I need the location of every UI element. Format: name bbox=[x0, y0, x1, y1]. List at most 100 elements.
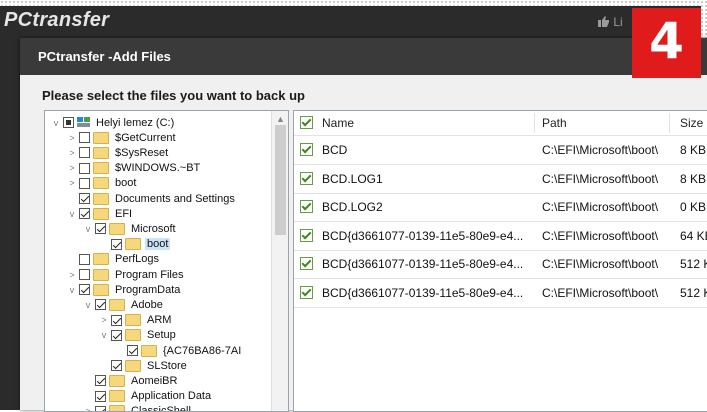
tree-item[interactable]: > Program Files bbox=[67, 267, 185, 282]
file-name: BCD bbox=[322, 143, 348, 157]
tree-item[interactable]: > boot bbox=[67, 176, 138, 191]
folder-tree[interactable]: ▲ v Helyi lemez (C:) > $GetCurrent > $SysRese… bbox=[44, 110, 289, 412]
tree-item-checkbox[interactable] bbox=[79, 284, 90, 296]
chevron-down-icon[interactable]: v bbox=[99, 330, 109, 340]
tree-item-checkbox[interactable] bbox=[79, 132, 90, 144]
tree-item[interactable]: Documents and Settings bbox=[67, 191, 237, 206]
folder-icon bbox=[93, 146, 109, 159]
chevron-down-icon[interactable]: v bbox=[83, 224, 93, 234]
tree-item-checkbox[interactable] bbox=[111, 360, 122, 372]
file-row[interactable]: BCD.LOG1 C:\EFI\Microsoft\boot\ 8 KB bbox=[294, 165, 707, 194]
chevron-down-icon[interactable]: v bbox=[51, 118, 61, 128]
tree-item-label: $SysReset bbox=[115, 146, 169, 159]
tree-item-label: ProgramData bbox=[115, 283, 181, 296]
folder-icon bbox=[141, 344, 157, 357]
tree-item-checkbox[interactable] bbox=[79, 177, 90, 189]
file-row[interactable]: BCD C:\EFI\Microsoft\boot\ 8 KB bbox=[294, 136, 707, 165]
chevron-right-icon[interactable]: > bbox=[67, 148, 77, 158]
file-checkbox[interactable] bbox=[300, 200, 313, 213]
tree-item[interactable]: v ProgramData bbox=[67, 282, 182, 297]
tree-item-label: AomeiBR bbox=[131, 374, 178, 387]
tree-item[interactable]: AomeiBR bbox=[83, 373, 179, 388]
select-all-checkbox[interactable] bbox=[300, 116, 313, 129]
file-checkbox[interactable] bbox=[300, 285, 313, 299]
tree-item-checkbox[interactable] bbox=[95, 223, 106, 235]
chevron-right-icon[interactable]: > bbox=[67, 133, 77, 143]
thumbs-up-icon bbox=[598, 16, 609, 27]
column-divider[interactable] bbox=[534, 113, 535, 133]
tree-item[interactable]: v Adobe bbox=[83, 297, 165, 312]
tree-item-label: SLStore bbox=[147, 359, 187, 372]
tree-item-checkbox[interactable] bbox=[79, 208, 90, 220]
tree-item-label: ARM bbox=[147, 314, 172, 327]
file-row[interactable]: BCD{d3661077-0139-11e5-80e9-e4... C:\EFI\… bbox=[294, 250, 707, 279]
folder-icon bbox=[125, 329, 141, 342]
tree-item-checkbox[interactable] bbox=[79, 193, 90, 204]
file-row[interactable]: BCD{d3661077-0139-11e5-80e9-e4... C:\EFI\… bbox=[294, 279, 707, 308]
tree-item-label: boot bbox=[145, 238, 171, 251]
tree-item-checkbox[interactable] bbox=[79, 253, 90, 265]
scroll-up-icon[interactable]: ▲ bbox=[276, 114, 285, 124]
tree-scrollbar[interactable]: ▲ bbox=[271, 111, 288, 411]
chevron-right-icon[interactable]: > bbox=[99, 315, 109, 325]
tree-item-checkbox[interactable] bbox=[111, 329, 122, 341]
file-row[interactable]: BCD.LOG2 C:\EFI\Microsoft\boot\ 0 KB bbox=[294, 193, 707, 222]
folder-icon bbox=[93, 177, 109, 190]
chevron-right-icon[interactable]: > bbox=[67, 163, 77, 173]
tree-item-checkbox[interactable] bbox=[95, 390, 106, 402]
chevron-down-icon[interactable]: v bbox=[83, 300, 93, 310]
folder-icon bbox=[109, 222, 125, 235]
column-divider[interactable] bbox=[669, 113, 670, 133]
tree-item-checkbox[interactable] bbox=[95, 299, 106, 311]
file-checkbox[interactable] bbox=[300, 257, 313, 270]
scrollbar-thumb[interactable] bbox=[275, 125, 286, 235]
file-checkbox[interactable] bbox=[300, 171, 313, 185]
tree-item-checkbox[interactable] bbox=[111, 314, 122, 326]
tree-item[interactable]: boot bbox=[99, 237, 171, 252]
tree-item-label: $WINDOWS.~BT bbox=[115, 162, 201, 175]
tree-item[interactable]: SLStore bbox=[99, 358, 189, 373]
tree-item[interactable]: > ARM bbox=[99, 313, 173, 328]
file-row[interactable]: BCD{d3661077-0139-11e5-80e9-e4... C:\EFI\… bbox=[294, 222, 707, 251]
tree-item[interactable]: v Helyi lemez (C:) bbox=[51, 115, 176, 130]
tree-item-checkbox[interactable] bbox=[79, 162, 90, 174]
column-header-size[interactable]: Size bbox=[680, 111, 703, 135]
tree-item-checkbox[interactable] bbox=[111, 238, 122, 250]
tree-item-label: Helyi lemez (C:) bbox=[96, 116, 175, 129]
file-size: 8 KB bbox=[680, 171, 707, 186]
tree-item[interactable]: v Microsoft bbox=[83, 221, 178, 236]
chevron-right-icon[interactable]: > bbox=[67, 178, 77, 188]
tree-item[interactable]: v Setup bbox=[99, 328, 178, 343]
tree-item-label: ClassicShell bbox=[131, 405, 191, 412]
tree-item[interactable]: v EFI bbox=[67, 206, 134, 221]
folder-icon bbox=[93, 268, 109, 281]
tree-item-checkbox[interactable] bbox=[95, 405, 106, 411]
tree-item-checkbox[interactable] bbox=[95, 375, 106, 387]
tree-item-checkbox[interactable] bbox=[63, 117, 74, 128]
file-name: BCD{d3661077-0139-11e5-80e9-e4... bbox=[322, 257, 524, 271]
file-size: 64 KB bbox=[680, 228, 707, 243]
folder-icon bbox=[93, 253, 109, 266]
chevron-right-icon[interactable]: > bbox=[83, 406, 93, 411]
chevron-down-icon[interactable]: v bbox=[67, 209, 77, 219]
tree-item[interactable]: > $WINDOWS.~BT bbox=[67, 161, 202, 176]
tree-item[interactable]: > ClassicShell bbox=[83, 404, 193, 412]
column-header-name[interactable]: Name bbox=[322, 111, 354, 135]
tree-item-checkbox[interactable] bbox=[127, 345, 138, 356]
tree-item-label: PerfLogs bbox=[115, 253, 160, 266]
tree-item[interactable]: PerfLogs bbox=[67, 252, 161, 267]
tree-item-checkbox[interactable] bbox=[79, 147, 90, 159]
like-button[interactable]: Li bbox=[598, 15, 623, 29]
file-checkbox[interactable] bbox=[300, 228, 313, 242]
tree-item[interactable]: > $GetCurrent bbox=[67, 130, 178, 145]
tree-item-checkbox[interactable] bbox=[79, 269, 90, 280]
file-path: C:\EFI\Microsoft\boot\ bbox=[542, 200, 659, 214]
tree-item[interactable]: Application Data bbox=[83, 389, 213, 404]
column-header-path[interactable]: Path bbox=[542, 111, 567, 135]
chevron-down-icon[interactable]: v bbox=[67, 285, 77, 295]
chevron-right-icon[interactable]: > bbox=[67, 270, 77, 280]
file-checkbox[interactable] bbox=[300, 143, 313, 156]
tree-item[interactable]: {AC76BA86-7AI bbox=[115, 343, 243, 358]
tree-item[interactable]: > $SysReset bbox=[67, 145, 170, 160]
tree-item-label: Application Data bbox=[131, 390, 212, 403]
